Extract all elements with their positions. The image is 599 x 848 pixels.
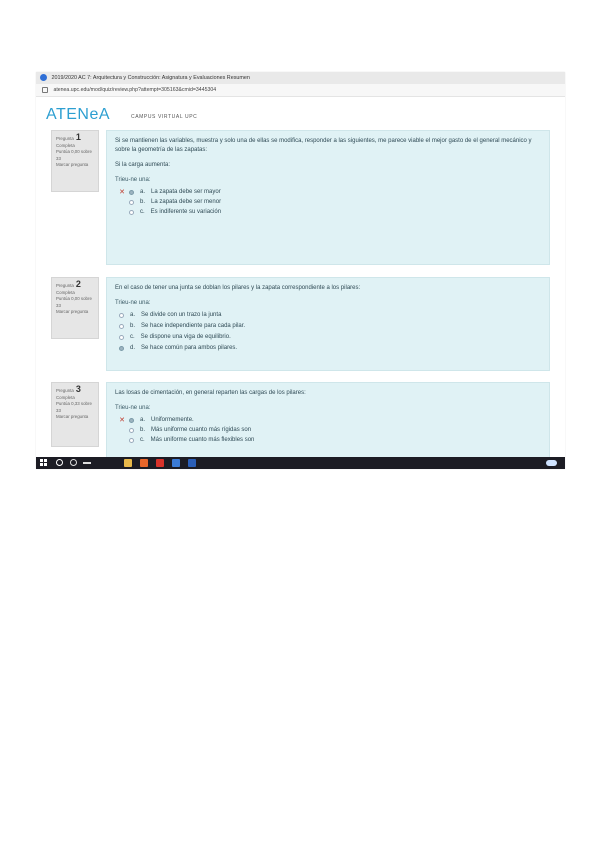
task-view-icon[interactable] bbox=[83, 462, 91, 464]
app-icon[interactable] bbox=[172, 459, 180, 467]
answer-option[interactable]: c. Se dispone una viga de equilibrio. bbox=[115, 332, 541, 343]
option-text: Más uniforme cuanto más flexibles son bbox=[150, 436, 255, 443]
incorrect-icon: ✕ bbox=[119, 416, 125, 424]
word-icon[interactable] bbox=[188, 459, 196, 467]
option-letter: a. bbox=[140, 416, 146, 423]
question-number: 3 bbox=[75, 384, 81, 394]
option-text: Uniformemente. bbox=[151, 416, 194, 423]
question-text: Las losas de cimentación, en general rep… bbox=[115, 390, 306, 396]
radio-button[interactable] bbox=[129, 189, 134, 195]
option-letter: b. bbox=[140, 426, 146, 433]
search-icon[interactable] bbox=[56, 459, 63, 466]
question-label: Pregunta bbox=[56, 388, 74, 393]
option-letter: a. bbox=[130, 312, 136, 318]
answer-option[interactable]: c. Es indiferente su variación bbox=[115, 207, 541, 217]
answer-option[interactable]: ✕ a. Uniformemente. bbox=[115, 415, 541, 425]
option-letter: b. bbox=[130, 323, 136, 329]
option-text: Se hace independiente para cada pilar. bbox=[141, 323, 246, 329]
question-body: En el caso de tener una junta se doblan … bbox=[106, 277, 550, 371]
firefox-icon[interactable] bbox=[140, 459, 148, 467]
flag-question-link[interactable]: Marcar pregunta bbox=[56, 162, 94, 169]
option-letter: c. bbox=[140, 436, 145, 443]
url-text[interactable]: atenea.upc.edu/mod/quiz/review.php?attem… bbox=[53, 87, 216, 93]
question-text: En el caso de tener una junta se doblan … bbox=[115, 285, 361, 291]
question-info: Pregunta 1 Completa Puntúa 0,00 sobre 33 … bbox=[51, 130, 99, 192]
answer-option[interactable]: d. Se hace común para ambos pilares. bbox=[115, 343, 541, 354]
question-body: Si se mantienen las variables, muestra y… bbox=[106, 130, 550, 265]
option-text: La zapata debe ser menor bbox=[151, 198, 222, 205]
radio-button[interactable] bbox=[119, 346, 124, 351]
question-score: Puntúa 0,00 sobre 33 bbox=[56, 149, 92, 161]
radio-button[interactable] bbox=[129, 427, 134, 433]
answer-option[interactable]: ✕ a. La zapata debe ser mayor bbox=[115, 187, 541, 197]
select-one-label: Trieu-ne una: bbox=[115, 177, 151, 183]
question-label: Pregunta bbox=[56, 136, 74, 141]
atenea-logo[interactable]: ATENeA bbox=[46, 106, 110, 124]
question-number: 1 bbox=[75, 132, 81, 142]
onedrive-icon[interactable] bbox=[546, 460, 557, 466]
incorrect-icon: ✕ bbox=[119, 188, 125, 196]
address-bar[interactable]: atenea.upc.edu/mod/quiz/review.php?attem… bbox=[36, 84, 565, 97]
question-score: Puntúa 0,33 sobre 33 bbox=[56, 401, 92, 413]
question-info: Pregunta 3 Completa Puntúa 0,33 sobre 33 … bbox=[51, 382, 99, 447]
question-info: Pregunta 2 Completa Puntúa 0,00 sobre 33 … bbox=[51, 277, 99, 339]
select-one-label: Trieu-ne una: bbox=[115, 300, 151, 306]
cortana-icon[interactable] bbox=[70, 459, 77, 466]
browser-title-bar: 2019/2020 AC 7: Arquitectura y Construcc… bbox=[36, 72, 565, 84]
answer-option[interactable]: a. Se divide con un trazo la junta bbox=[115, 310, 541, 321]
option-text: Es indiferente su variación bbox=[150, 208, 222, 215]
answer-option[interactable]: c. Más uniforme cuanto más flexibles son bbox=[115, 435, 541, 445]
quiz-review: Pregunta 1 Completa Puntúa 0,00 sobre 33 … bbox=[36, 127, 565, 462]
lock-icon bbox=[42, 86, 48, 93]
option-letter: d. bbox=[130, 345, 136, 351]
option-letter: c. bbox=[140, 208, 145, 215]
question-subtext: Si la carga aumenta: bbox=[115, 162, 171, 168]
radio-button[interactable] bbox=[129, 437, 134, 443]
windows-taskbar bbox=[36, 457, 565, 469]
window-title: 2019/2020 AC 7: Arquitectura y Construcc… bbox=[51, 75, 250, 81]
question-number: 2 bbox=[75, 279, 81, 289]
option-text: Se hace común para ambos pilares. bbox=[141, 345, 238, 351]
flag-question-link[interactable]: Marcar pregunta bbox=[56, 309, 94, 316]
question-score: Puntúa 0,00 sobre 33 bbox=[56, 296, 92, 308]
radio-button[interactable] bbox=[129, 417, 134, 423]
site-header: ATENeA CAMPUS VIRTUAL UPC bbox=[36, 97, 565, 127]
flag-question-link[interactable]: Marcar pregunta bbox=[56, 414, 94, 421]
acrobat-icon[interactable] bbox=[156, 459, 164, 467]
question-label: Pregunta bbox=[56, 283, 74, 288]
file-explorer-icon[interactable] bbox=[124, 459, 132, 467]
radio-button[interactable] bbox=[119, 324, 124, 329]
start-icon[interactable] bbox=[40, 459, 48, 467]
option-letter: b. bbox=[140, 198, 146, 205]
option-text: Se divide con un trazo la junta bbox=[141, 312, 222, 318]
radio-button[interactable] bbox=[129, 199, 134, 205]
option-text: La zapata debe ser mayor bbox=[151, 188, 221, 195]
select-one-label: Trieu-ne una: bbox=[115, 405, 151, 411]
radio-button[interactable] bbox=[119, 335, 124, 340]
question-body: Las losas de cimentación, en general rep… bbox=[106, 382, 550, 462]
answer-option[interactable]: b. La zapata debe ser menor bbox=[115, 197, 541, 207]
radio-button[interactable] bbox=[119, 313, 124, 318]
question-text: Si se mantienen las variables, muestra y… bbox=[115, 138, 532, 153]
answer-option[interactable]: b. Se hace independiente para cada pilar… bbox=[115, 321, 541, 332]
logo-subtitle: CAMPUS VIRTUAL UPC bbox=[131, 114, 198, 120]
radio-button[interactable] bbox=[129, 209, 134, 215]
browser-icon bbox=[40, 74, 47, 82]
answer-option[interactable]: b. Más uniforme cuanto más rígidas son bbox=[115, 425, 541, 435]
option-letter: c. bbox=[130, 334, 135, 340]
option-letter: a. bbox=[140, 188, 146, 195]
screenshot: 2019/2020 AC 7: Arquitectura y Construcc… bbox=[36, 72, 565, 469]
option-text: Se dispone una viga de equilibrio. bbox=[140, 334, 231, 340]
option-text: Más uniforme cuanto más rígidas son bbox=[151, 426, 252, 433]
